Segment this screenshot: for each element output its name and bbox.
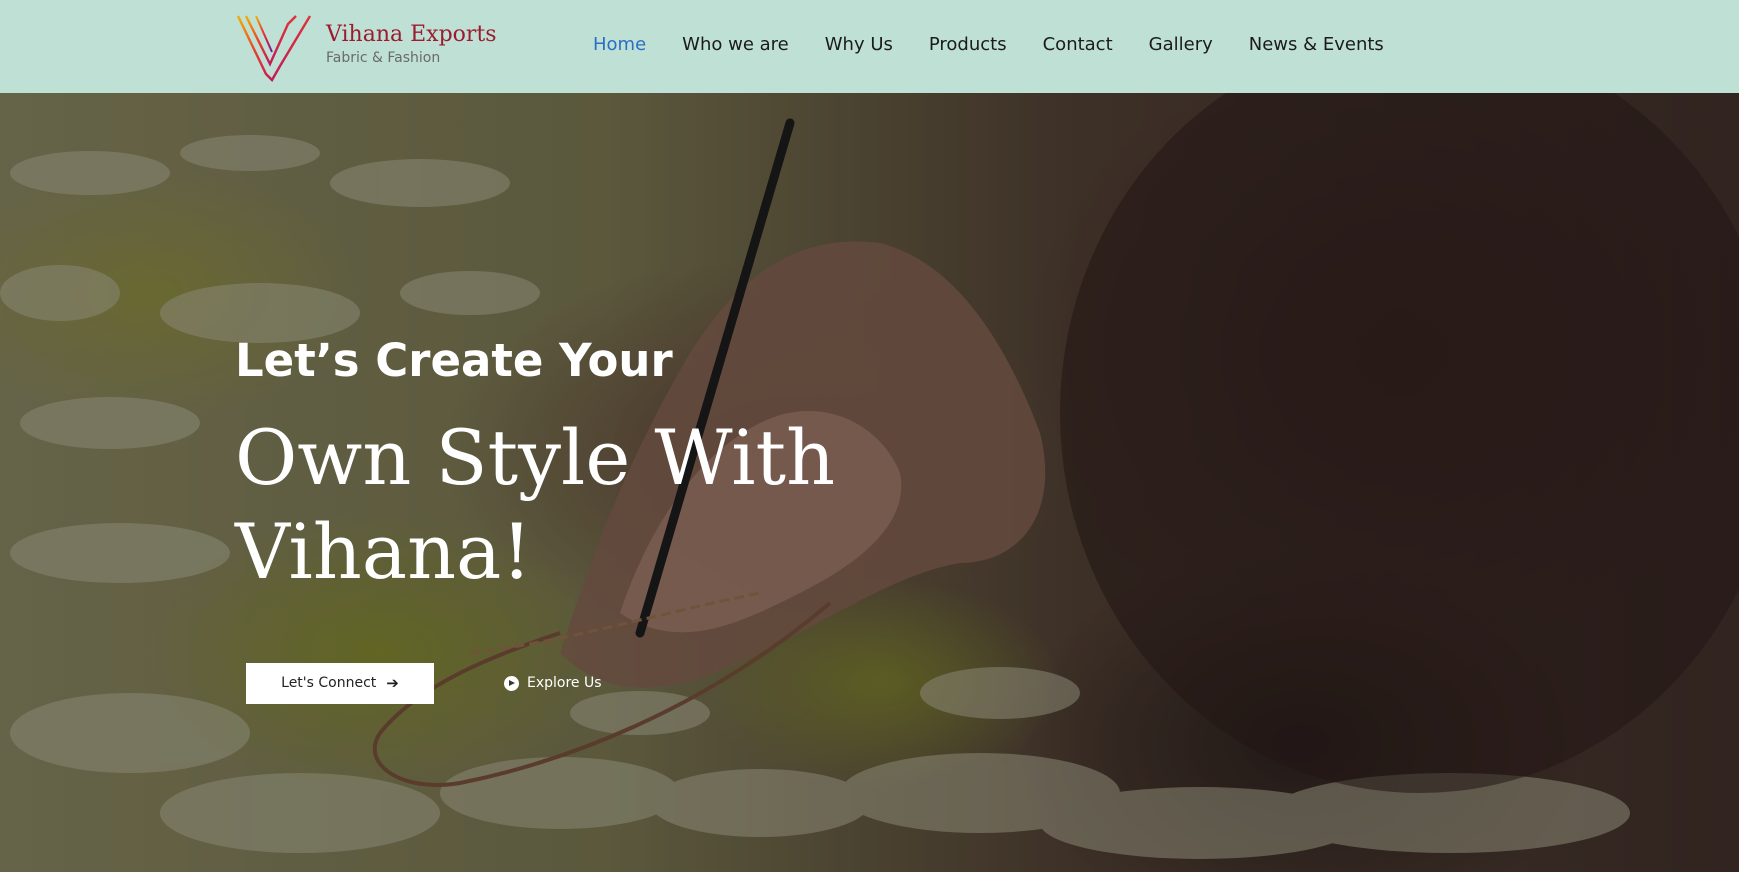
nav-item-products[interactable]: Products bbox=[911, 34, 1025, 55]
nav-item-who-we-are[interactable]: Who we are bbox=[664, 34, 807, 55]
brand-logo[interactable]: Vihana Exports Fabric & Fashion bbox=[234, 8, 554, 83]
v-logo-icon bbox=[236, 15, 312, 82]
main-nav: Home Who we are Why Us Products Contact … bbox=[575, 0, 1402, 88]
hero-title: Own Style With Vihana! bbox=[235, 411, 1135, 599]
play-circle-icon bbox=[504, 675, 519, 691]
nav-item-why-us[interactable]: Why Us bbox=[807, 34, 911, 55]
brand-name: Vihana Exports bbox=[326, 22, 497, 47]
brand-tagline: Fabric & Fashion bbox=[326, 50, 441, 66]
hero-title-line-1: Own Style With bbox=[235, 413, 836, 502]
hero-section: Let’s Create Your Own Style With Vihana!… bbox=[0, 93, 1739, 872]
lets-connect-button[interactable]: Let's Connect ➔ bbox=[246, 662, 434, 704]
hero-subtitle: Let’s Create Your bbox=[235, 334, 673, 387]
arrow-right-icon: ➔ bbox=[386, 674, 399, 692]
hero-content: Let’s Create Your Own Style With Vihana! bbox=[235, 333, 1135, 599]
nav-item-home[interactable]: Home bbox=[575, 34, 664, 55]
explore-us-button[interactable]: Explore Us bbox=[504, 675, 602, 691]
nav-item-news-events[interactable]: News & Events bbox=[1231, 34, 1402, 55]
nav-item-contact[interactable]: Contact bbox=[1025, 34, 1131, 55]
explore-us-label: Explore Us bbox=[527, 675, 602, 691]
hero-title-line-2: Vihana! bbox=[235, 507, 532, 596]
nav-item-gallery[interactable]: Gallery bbox=[1131, 34, 1231, 55]
hero-actions: Let's Connect ➔ Explore Us bbox=[246, 662, 602, 704]
lets-connect-label: Let's Connect bbox=[281, 675, 377, 691]
site-header: Vihana Exports Fabric & Fashion Home Who… bbox=[0, 0, 1739, 93]
